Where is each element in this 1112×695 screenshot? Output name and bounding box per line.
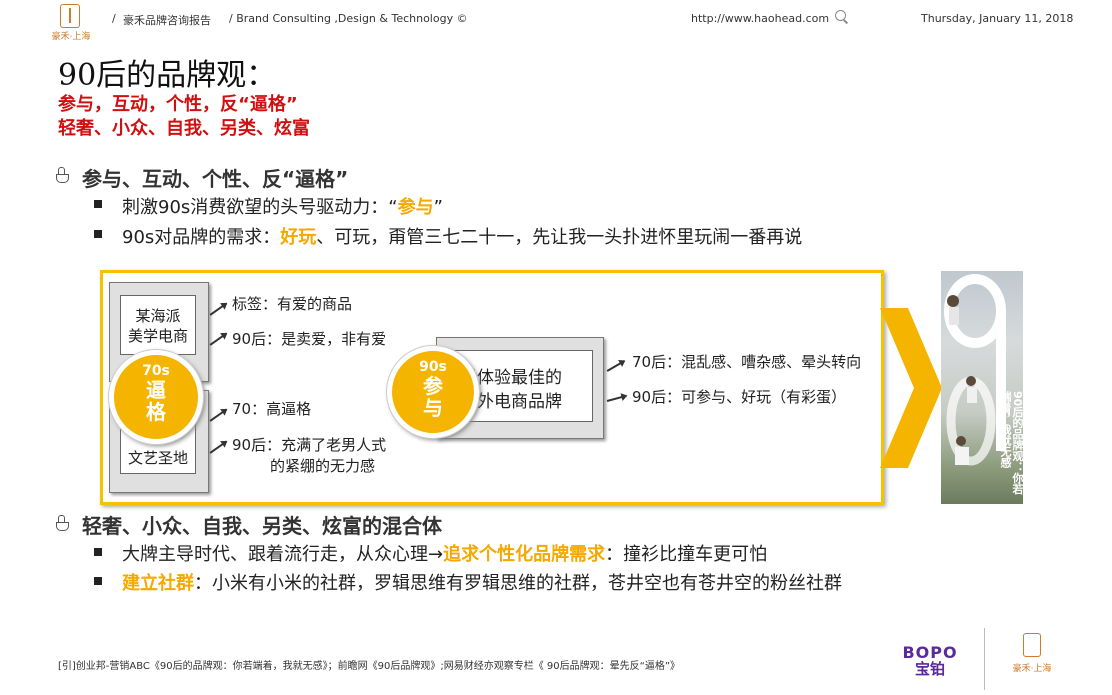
bullet-square-icon — [94, 577, 102, 585]
hand-pointer-icon — [56, 515, 69, 531]
label-tag: 标签：有爱的商品 — [232, 295, 353, 313]
circle-era: 90s — [419, 359, 447, 375]
circle-70s: 70s 逼 格 — [109, 350, 203, 444]
label-70-high: 70：高逼格 — [232, 400, 312, 418]
brand-card-line: 美学电商 — [127, 327, 188, 345]
section-1-bullet-1: 刺激90s消费欲望的头号驱动力：“参与” — [122, 193, 443, 219]
bullet-text: 刺激90s消费欲望的头号驱动力：“ — [122, 197, 398, 218]
section-1-heading: 参与、互动、个性、反“逼格” — [82, 167, 349, 191]
hand-pointer-icon — [56, 167, 69, 183]
search-icon[interactable] — [835, 10, 846, 21]
label-70-chaos: 70后：混乱感、嘈杂感、晕头转向 — [632, 353, 862, 371]
label-90-tense-cont: 的紧绷的无力感 — [270, 457, 376, 475]
bullet-text: 大牌主导时代、跟着流行走，从众心理→ — [122, 544, 444, 565]
page-title: 90后的品牌观： — [58, 58, 277, 93]
wheat-logo-icon — [60, 4, 80, 28]
photo-caption: 90后的品牌观：你若端着，我就无感 — [997, 391, 1023, 504]
label-90-tense: 90后：充满了老男人式 — [232, 436, 387, 454]
promo-photo: 90后的品牌观：你若端着，我就无感 — [941, 271, 1023, 504]
circle-word: 逼 — [146, 378, 166, 402]
bopo-logo: BOPO 宝铂 — [897, 644, 963, 677]
footer-divider — [984, 628, 985, 690]
section-1-bullet-2: 90s对品牌的需求：好玩、可玩，甭管三七二十一，先让我一头扑进怀里玩闹一番再说 — [122, 223, 802, 249]
section-2-bullet-2: 建立社群：小米有小米的社群，罗辑思维有罗辑思维的社群，苍井空也有苍井空的粉丝社群 — [122, 569, 842, 595]
bullet-highlight: 追求个性化品牌需求 — [443, 544, 606, 565]
header-tagline: / Brand Consulting ,Design & Technology … — [229, 12, 468, 25]
label-90-fun: 90后：可参与、好玩（有彩蛋） — [632, 388, 847, 406]
brand-card-1-label: 某海派 美学电商 — [120, 295, 196, 355]
bullet-highlight: 建立社群 — [122, 573, 194, 594]
section-2-heading: 轻奢、小众、自我、另类、炫富的混合体 — [82, 514, 442, 538]
bullet-square-icon — [94, 200, 102, 208]
header-company: 豪禾品牌咨询报告 — [123, 14, 211, 27]
circle-word: 参 — [423, 374, 443, 398]
bullet-square-icon — [94, 548, 102, 556]
bullet-text: 、可玩，甭管三七二十一，先让我一头扑进怀里玩闹一番再说 — [316, 227, 803, 248]
bullet-highlight: 好玩 — [280, 227, 317, 248]
subtitle-line-1: 参与，互动，个性，反“逼格” — [58, 94, 298, 115]
bopo-logo-subtext: 宝铂 — [914, 660, 945, 678]
header-slash: / — [112, 12, 116, 25]
brand-card-line: 后体验最佳的 — [460, 368, 562, 388]
bullet-text: ：撞衫比撞车更可怕 — [605, 544, 768, 565]
photo-caption-line: 90后的品牌观： — [1011, 391, 1023, 473]
bullet-text: 90s对品牌的需求： — [122, 227, 281, 248]
circle-word: 格 — [146, 400, 166, 424]
circle-90s: 90s 参 与 — [387, 346, 479, 438]
bullet-text: ：小米有小米的社群，罗辑思维有罗辑思维的社群，苍井空也有苍井空的粉丝社群 — [194, 573, 842, 594]
bullet-highlight: 参与 — [397, 197, 434, 218]
header-url[interactable]: http://www.haohead.com — [691, 12, 829, 25]
chevron-right-icon — [880, 308, 942, 468]
wheat-logo-icon — [1023, 633, 1041, 657]
header-date: Thursday, January 11, 2018 — [921, 12, 1074, 25]
bullet-square-icon — [94, 230, 102, 238]
circle-era: 70s — [142, 363, 170, 379]
logo-text: 豪禾·上海 — [1012, 664, 1052, 674]
circle-word: 与 — [423, 396, 443, 420]
brand-card-line: 文艺圣地 — [127, 449, 188, 467]
brand-card-line: 某海派 — [135, 307, 181, 325]
section-2-bullet-1: 大牌主导时代、跟着流行走，从众心理→追求个性化品牌需求：撞衫比撞车更可怕 — [122, 540, 767, 566]
brand-card-line: 内外电商品牌 — [460, 392, 562, 412]
logo-text: 豪禾·上海 — [51, 32, 91, 42]
label-90-love: 90后：是卖爱，非有爱 — [232, 330, 387, 348]
bopo-logo-text: BOPO — [902, 643, 958, 662]
bullet-text: ” — [433, 197, 443, 218]
footer-citation: [引]创业邦-营销ABC《90后的品牌观：你若端着，我就无感》；前瞻网《90后品… — [58, 661, 681, 672]
subtitle-line-2: 轻奢、小众、自我、另类、炫富 — [58, 118, 310, 139]
haohe-logo-footer: 豪禾·上海 — [1010, 633, 1054, 677]
haohe-logo: 豪禾·上海 — [50, 4, 91, 42]
